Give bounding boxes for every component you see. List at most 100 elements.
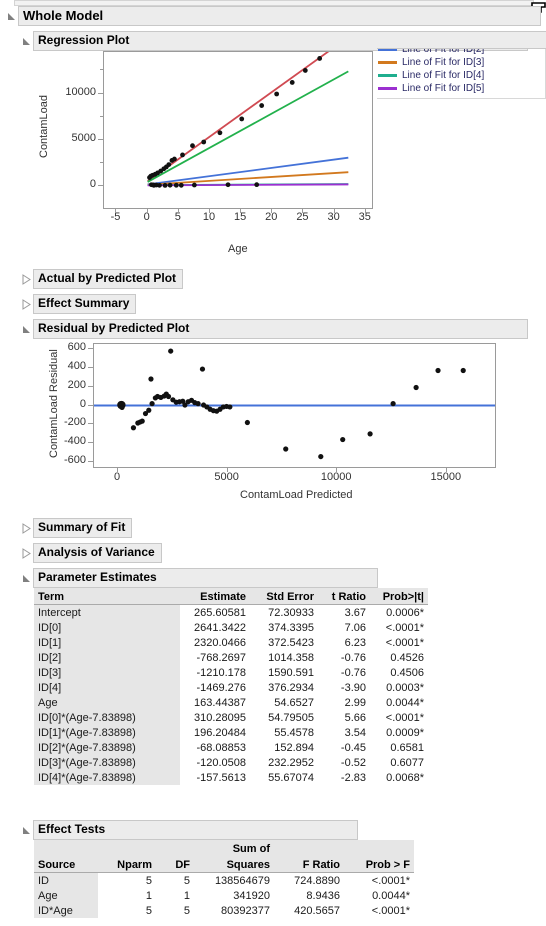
cell-term: ID[2]	[34, 650, 180, 665]
col-prob-f[interactable]: Prob > F	[344, 856, 414, 873]
disclosure-closed-icon-analysis-of-variance[interactable]	[20, 547, 33, 560]
section-parameter-estimates[interactable]: Parameter Estimates	[20, 568, 378, 588]
cell-prob: 0.6077	[370, 755, 428, 770]
cell-estimate: -120.0508	[180, 755, 250, 770]
cell-t-ratio: 3.67	[318, 604, 370, 620]
cell-prob: 0.0044*	[344, 888, 414, 903]
cell-t-ratio: 7.06	[318, 620, 370, 635]
cell-t-ratio: -0.76	[318, 650, 370, 665]
table-row[interactable]: ID[1] 2320.0466 372.5423 6.23 <.0001*	[34, 635, 428, 650]
cell-prob: <.0001*	[370, 620, 428, 635]
cell-term: ID[4]	[34, 680, 180, 695]
cell-std-error: 1014.358	[250, 650, 318, 665]
effect-tests-table-wrap: Sum of Source Nparm DF Squares F Ratio P…	[34, 840, 414, 918]
cell-std-error: 54.79505	[250, 710, 318, 725]
cell-std-error: 54.6527	[250, 695, 318, 710]
cell-source: ID	[34, 872, 98, 888]
cell-prob: 0.6581	[370, 740, 428, 755]
table-row[interactable]: ID[3] -1210.178 1590.591 -0.76 0.4506	[34, 665, 428, 680]
cell-t-ratio: 5.66	[318, 710, 370, 725]
table-row[interactable]: ID[2] -768.2697 1014.358 -0.76 0.4526	[34, 650, 428, 665]
col-std-error[interactable]: Std Error	[250, 588, 318, 605]
cell-source: ID*Age	[34, 903, 98, 918]
cell-f-ratio: 8.9436	[274, 888, 344, 903]
cell-t-ratio: -0.45	[318, 740, 370, 755]
effect-tests-table: Sum of Source Nparm DF Squares F Ratio P…	[34, 840, 414, 918]
cell-sum-of-squares: 341920	[194, 888, 274, 903]
section-analysis-of-variance[interactable]: Analysis of Variance	[20, 543, 162, 563]
col-t-ratio[interactable]: t Ratio	[318, 588, 370, 605]
col-term[interactable]: Term	[34, 588, 180, 605]
cell-t-ratio: 3.54	[318, 725, 370, 740]
section-title-analysis-of-variance: Analysis of Variance	[33, 543, 162, 563]
cell-f-ratio: 724.8890	[274, 872, 344, 888]
cell-estimate: -1469.276	[180, 680, 250, 695]
table-row[interactable]: ID[2]*(Age-7.83898) -68.08853 152.894 -0.45…	[34, 740, 428, 755]
cell-nparm: 5	[98, 903, 156, 918]
cell-term: ID[1]*(Age-7.83898)	[34, 725, 180, 740]
col-f-ratio-top	[274, 840, 344, 856]
col-sum-of-squares-top: Sum of	[194, 840, 274, 856]
table-row[interactable]: Age 1 1 341920 8.9436 0.0044*	[34, 888, 414, 903]
cell-t-ratio: -0.76	[318, 665, 370, 680]
section-title-summary-of-fit: Summary of Fit	[33, 518, 133, 538]
col-nparm[interactable]: Nparm	[98, 856, 156, 873]
col-df-top	[156, 840, 194, 856]
cell-sum-of-squares: 80392377	[194, 903, 274, 918]
x-tick-mark	[117, 468, 119, 472]
table-row[interactable]: ID[4]*(Age-7.83898) -157.5613 55.67074 -2.8…	[34, 770, 428, 785]
cell-std-error: 152.894	[250, 740, 318, 755]
cell-term: ID[0]	[34, 620, 180, 635]
cell-estimate: -768.2697	[180, 650, 250, 665]
table-row[interactable]: Intercept 265.60581 72.30933 3.67 0.0006*	[34, 604, 428, 620]
residual-plot-x-ticks: 0 5000 10000 15000	[0, 0, 546, 500]
col-f-ratio[interactable]: F Ratio	[274, 856, 344, 873]
cell-prob: <.0001*	[344, 872, 414, 888]
table-row[interactable]: ID 5 5 138564679 724.8890 <.0001*	[34, 872, 414, 888]
table-row[interactable]: ID*Age 5 5 80392377 420.5657 <.0001*	[34, 903, 414, 918]
col-source-top	[34, 840, 98, 856]
col-prob-t[interactable]: Prob>|t|	[370, 588, 428, 605]
cell-t-ratio: -0.52	[318, 755, 370, 770]
section-summary-of-fit[interactable]: Summary of Fit	[20, 518, 133, 538]
legend-clip-mask	[377, 31, 546, 49]
x-tick-mark	[226, 468, 228, 472]
disclosure-open-icon-parameter-estimates[interactable]	[20, 572, 33, 585]
table-row[interactable]: Age 163.44387 54.6527 2.99 0.0044*	[34, 695, 428, 710]
table-header-row: Source Nparm DF Squares F Ratio Prob > F	[34, 856, 414, 873]
cell-term: Intercept	[34, 604, 180, 620]
disclosure-open-icon-effect-tests[interactable]	[20, 824, 33, 837]
cell-prob: 0.0068*	[370, 770, 428, 785]
cell-estimate: -1210.178	[180, 665, 250, 680]
disclosure-closed-icon-summary-of-fit[interactable]	[20, 522, 33, 535]
col-sum-of-squares[interactable]: Squares	[194, 856, 274, 873]
cell-estimate: 310.28095	[180, 710, 250, 725]
col-estimate[interactable]: Estimate	[180, 588, 250, 605]
cell-t-ratio: 6.23	[318, 635, 370, 650]
col-source[interactable]: Source	[34, 856, 98, 873]
table-header-row-top: Sum of	[34, 840, 414, 856]
table-row[interactable]: ID[4] -1469.276 376.2934 -3.90 0.0003*	[34, 680, 428, 695]
x-tick-label: 10000	[320, 471, 352, 483]
cell-prob: <.0001*	[344, 903, 414, 918]
table-row[interactable]: ID[0]*(Age-7.83898) 310.28095 54.79505 5.66…	[34, 710, 428, 725]
table-row[interactable]: ID[1]*(Age-7.83898) 196.20484 55.4578 3.54 0…	[34, 725, 428, 740]
table-header-row: Term Estimate Std Error t Ratio Prob>|t|	[34, 588, 428, 605]
cell-nparm: 1	[98, 888, 156, 903]
cell-df: 5	[156, 903, 194, 918]
cell-estimate: -68.08853	[180, 740, 250, 755]
cell-prob: 0.0003*	[370, 680, 428, 695]
cell-t-ratio: -2.83	[318, 770, 370, 785]
cell-std-error: 376.2934	[250, 680, 318, 695]
cell-estimate: 2320.0466	[180, 635, 250, 650]
section-effect-tests[interactable]: Effect Tests	[20, 820, 358, 840]
cell-estimate: 163.44387	[180, 695, 250, 710]
col-df[interactable]: DF	[156, 856, 194, 873]
cell-f-ratio: 420.5657	[274, 903, 344, 918]
cell-std-error: 232.2952	[250, 755, 318, 770]
cell-prob: 0.4526	[370, 650, 428, 665]
jmp-report-window: Whole Model Regression Plot ContamLoad A…	[0, 0, 546, 926]
table-row[interactable]: ID[0] 2641.3422 374.3395 7.06 <.0001*	[34, 620, 428, 635]
section-title-parameter-estimates: Parameter Estimates	[33, 568, 378, 588]
table-row[interactable]: ID[3]*(Age-7.83898) -120.0508 232.2952 -0.5…	[34, 755, 428, 770]
